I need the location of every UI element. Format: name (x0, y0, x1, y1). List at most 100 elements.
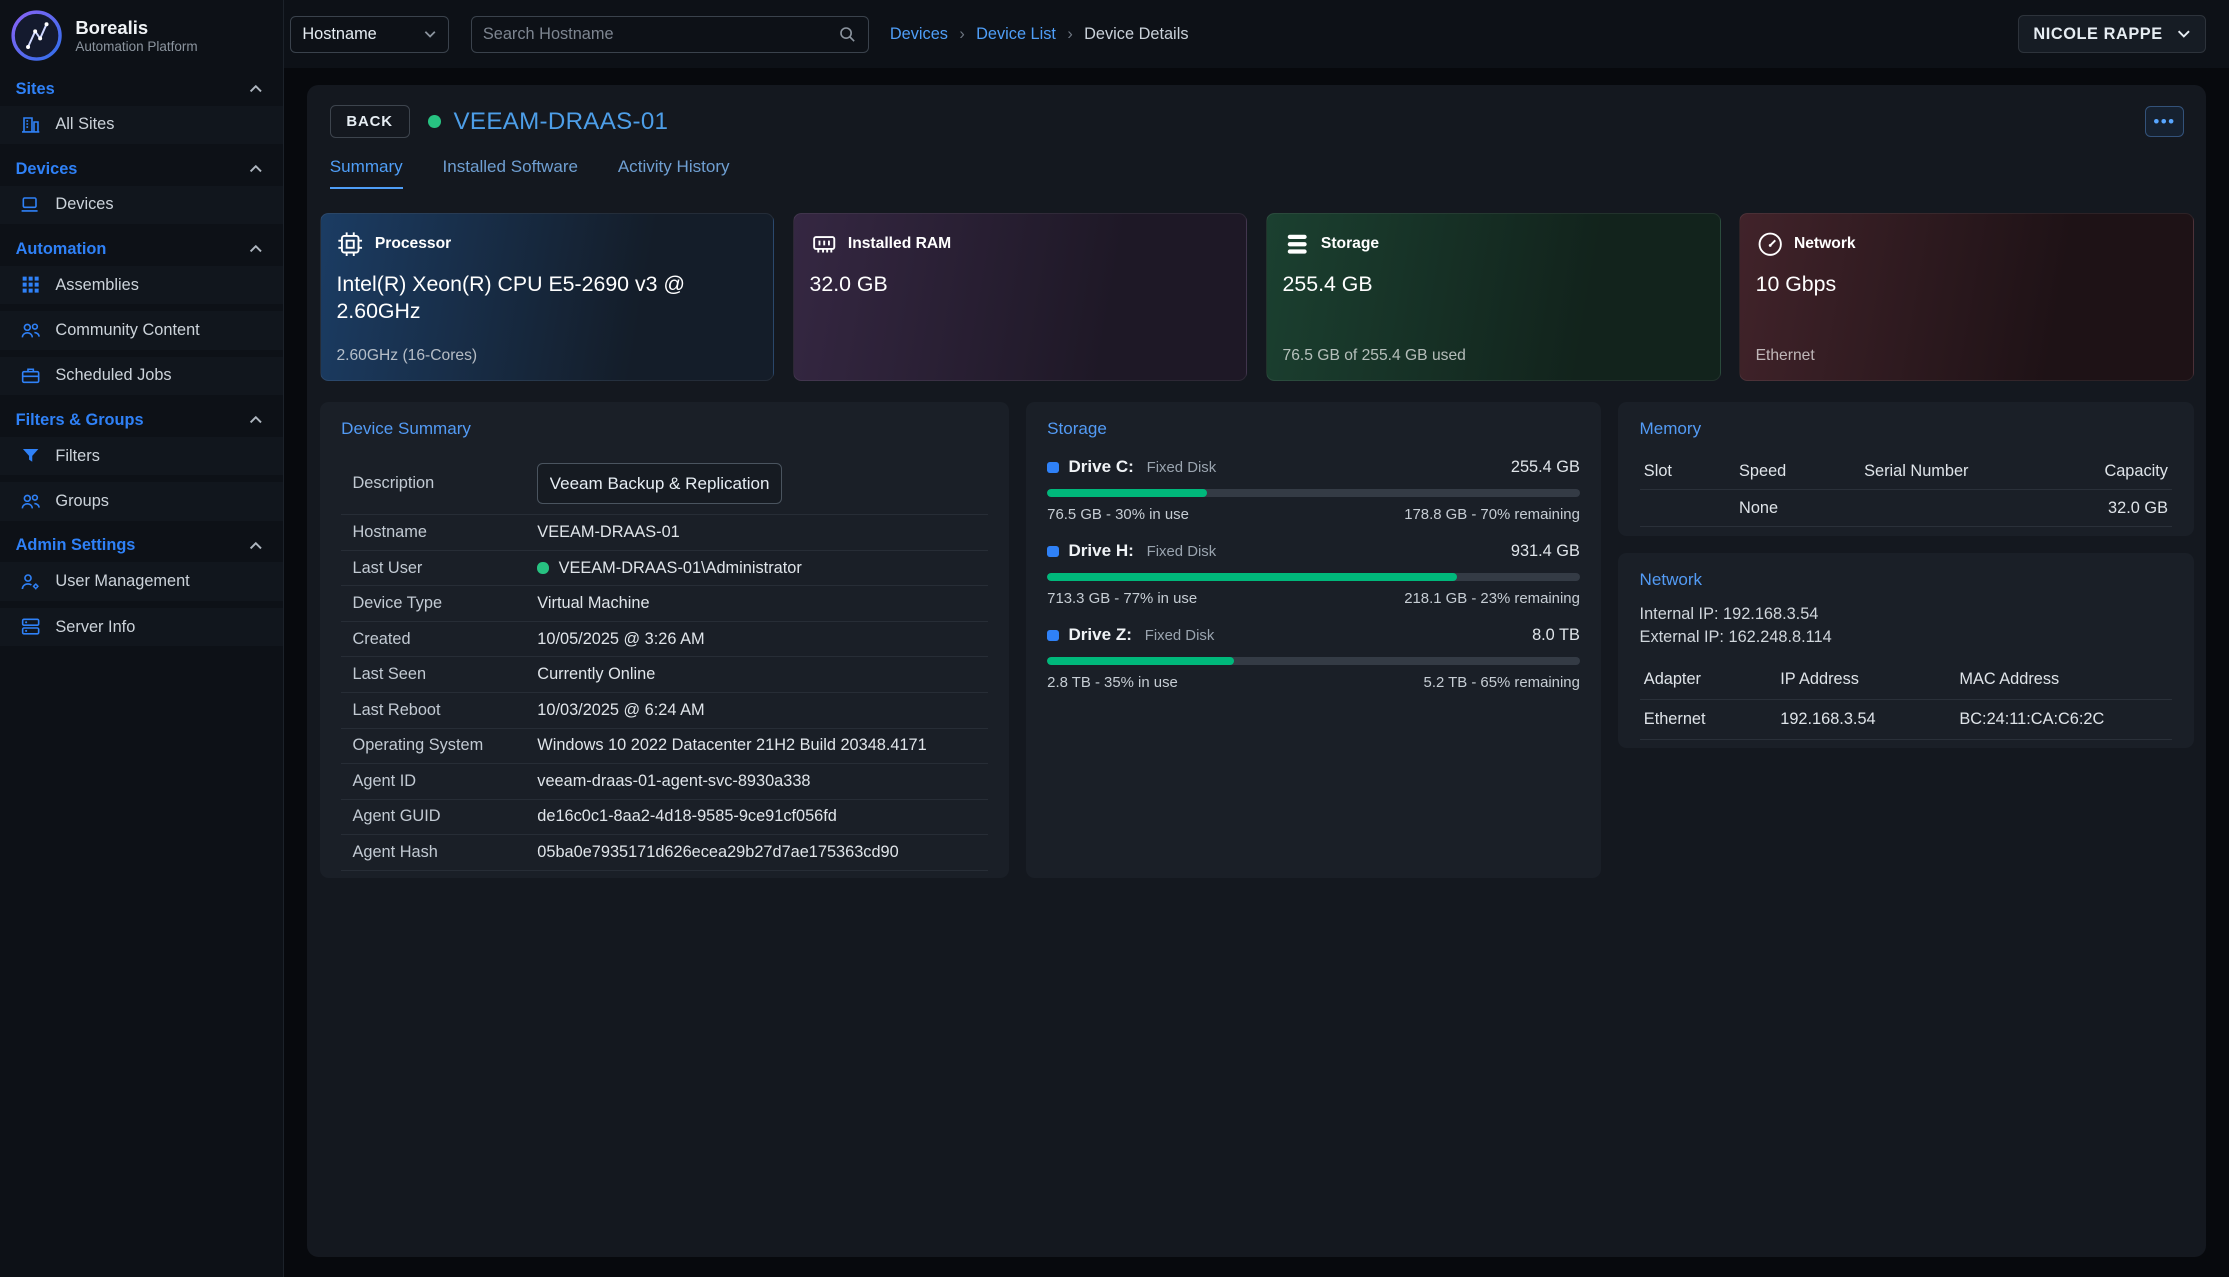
drive-remaining: 178.8 GB - 70% remaining (1404, 506, 1580, 523)
external-ip: External IP: 162.248.8.114 (1640, 626, 2173, 649)
ip-addresses: Internal IP: 192.168.3.54 External IP: 1… (1640, 603, 2173, 649)
sidebar: Borealis Automation Platform Sites All S… (0, 0, 284, 1277)
processor-sub: 2.60GHz (16-Cores) (336, 347, 757, 365)
memory-panel-title: Memory (1640, 419, 2173, 439)
sidebar-section-devices[interactable]: Devices (0, 151, 283, 186)
sidebar-item-filters[interactable]: Filters (0, 437, 283, 475)
sidebar-section-sites[interactable]: Sites (0, 71, 283, 106)
sidebar-item-scheduled-jobs[interactable]: Scheduled Jobs (0, 357, 283, 395)
chevron-down-icon (2176, 26, 2192, 42)
search-icon (838, 25, 856, 43)
borealis-logo-icon (11, 10, 62, 61)
summary-row-agent-hash: Agent Hash 05ba0e7935171d626ecea29b27d7a… (341, 835, 987, 871)
sidebar-item-community-content[interactable]: Community Content (0, 311, 283, 349)
sidebar-item-all-sites[interactable]: All Sites (0, 106, 283, 144)
network-panel: Network Internal IP: 192.168.3.54 Extern… (1618, 553, 2193, 748)
detail-panels: Device Summary Description Hostname VEEA… (320, 402, 2194, 878)
users-icon (20, 491, 41, 512)
breadcrumb: Devices › Device List › Device Details (890, 25, 1189, 44)
device-summary-table: Description Hostname VEEAM-DRAAS-01 Last… (341, 453, 987, 870)
storage-panel: Storage Drive C: Fixed Disk 255.4 GB 76.… (1026, 402, 1601, 878)
server-icon (20, 616, 41, 637)
summary-row-operating-system: Operating System Windows 10 2022 Datacen… (341, 729, 987, 765)
summary-row-agent-guid: Agent GUID de16c0c1-8aa2-4d18-9585-9ce91… (341, 800, 987, 836)
chevron-up-icon (248, 161, 264, 177)
brand-text: Borealis Automation Platform (75, 17, 197, 53)
sidebar-item-label: Filters (55, 447, 99, 466)
device-header: BACK VEEAM-DRAAS-01 ••• (330, 105, 2184, 138)
drive-icon (1047, 630, 1058, 641)
device-summary-title: Device Summary (341, 419, 987, 439)
tab-bar: Summary Installed Software Activity Hist… (330, 157, 2184, 189)
drive-h: Drive H: Fixed Disk 931.4 GB 713.3 GB - … (1047, 541, 1580, 606)
internal-ip: Internal IP: 192.168.3.54 (1640, 603, 2173, 626)
chevron-down-icon (423, 27, 437, 41)
ram-value: 32.0 GB (810, 271, 1208, 299)
summary-row-agent-id: Agent ID veeam-draas-01-agent-svc-8930a3… (341, 764, 987, 800)
user-menu-button[interactable]: NICOLE RAPPE (2018, 15, 2206, 53)
sidebar-item-assemblies[interactable]: Assemblies (0, 266, 283, 304)
sidebar-section-admin-settings[interactable]: Admin Settings (0, 528, 283, 563)
user-gear-icon (20, 571, 41, 592)
storage-card: Storage 255.4 GB 76.5 GB of 255.4 GB use… (1266, 213, 1721, 381)
drive-icon (1047, 462, 1058, 473)
breadcrumb-separator: › (959, 25, 964, 44)
processor-value: Intel(R) Xeon(R) CPU E5-2690 v3 @ 2.60GH… (336, 271, 734, 326)
tab-summary[interactable]: Summary (330, 157, 403, 189)
drive-remaining: 5.2 TB - 65% remaining (1424, 674, 1580, 691)
sidebar-item-devices[interactable]: Devices (0, 186, 283, 224)
drive-usage-bar (1047, 489, 1580, 498)
network-adapter-row: Ethernet 192.168.3.54 BC:24:11:CA:C6:2C (1640, 700, 2173, 740)
gauge-icon (1756, 230, 1784, 258)
chevron-up-icon (248, 81, 264, 97)
content-backdrop: BACK VEEAM-DRAAS-01 ••• Summary Installe… (284, 68, 2229, 1276)
device-summary-panel: Device Summary Description Hostname VEEA… (320, 402, 1009, 878)
more-options-button[interactable]: ••• (2145, 106, 2183, 137)
device-details-panel: BACK VEEAM-DRAAS-01 ••• Summary Installe… (307, 85, 2206, 1256)
hostname-filter-select[interactable]: Hostname (290, 16, 449, 53)
summary-row-hostname: Hostname VEEAM-DRAAS-01 (341, 515, 987, 551)
search-box (471, 16, 869, 53)
sidebar-section-filters-groups[interactable]: Filters & Groups (0, 402, 283, 437)
sidebar-item-groups[interactable]: Groups (0, 482, 283, 520)
stat-cards: Processor Intel(R) Xeon(R) CPU E5-2690 v… (320, 213, 2194, 381)
memory-table: Slot Speed Serial Number Capacity None 3… (1640, 453, 2173, 527)
breadcrumb-separator: › (1067, 25, 1072, 44)
brand-logo-link[interactable]: Borealis Automation Platform (0, 0, 283, 71)
description-input[interactable] (537, 463, 782, 504)
summary-row-last-seen: Last Seen Currently Online (341, 657, 987, 693)
drive-c: Drive C: Fixed Disk 255.4 GB 76.5 GB - 3… (1047, 457, 1580, 522)
network-sub: Ethernet (1756, 347, 2177, 365)
drive-used: 2.8 TB - 35% in use (1047, 674, 1178, 691)
memory-header-row: Slot Speed Serial Number Capacity (1640, 453, 2173, 490)
search-input[interactable] (483, 25, 838, 44)
sidebar-item-label: Server Info (55, 618, 135, 637)
ram-icon (810, 230, 838, 258)
tab-activity-history[interactable]: Activity History (618, 157, 730, 189)
tab-installed-software[interactable]: Installed Software (443, 157, 579, 189)
breadcrumb-device-list[interactable]: Device List (976, 25, 1056, 44)
network-table: Adapter IP Address MAC Address Ethernet … (1640, 660, 2173, 740)
topbar: Hostname Devices › Device List › Device … (284, 0, 2229, 68)
breadcrumb-devices[interactable]: Devices (890, 25, 948, 44)
briefcase-icon (20, 365, 41, 386)
summary-row-last-reboot: Last Reboot 10/03/2025 @ 6:24 AM (341, 693, 987, 729)
cpu-icon (336, 230, 364, 258)
network-header-row: Adapter IP Address MAC Address (1640, 660, 2173, 700)
back-button[interactable]: BACK (330, 105, 410, 138)
storage-sub: 76.5 GB of 255.4 GB used (1283, 347, 1704, 365)
device-title: VEEAM-DRAAS-01 (454, 108, 669, 136)
sidebar-section-automation[interactable]: Automation (0, 231, 283, 266)
drive-icon (1047, 546, 1058, 557)
grid-icon (20, 274, 41, 295)
funnel-icon (20, 445, 41, 466)
ram-card: Installed RAM 32.0 GB (793, 213, 1248, 381)
main-column: Hostname Devices › Device List › Device … (284, 0, 2229, 1277)
sidebar-item-server-info[interactable]: Server Info (0, 608, 283, 646)
sidebar-item-user-management[interactable]: User Management (0, 562, 283, 600)
processor-card: Processor Intel(R) Xeon(R) CPU E5-2690 v… (320, 213, 775, 381)
memory-panel: Memory Slot Speed Serial Number Capacity… (1618, 402, 2193, 536)
brand-name: Borealis (75, 17, 197, 38)
laptop-icon (20, 194, 41, 215)
chevron-up-icon (248, 241, 264, 257)
